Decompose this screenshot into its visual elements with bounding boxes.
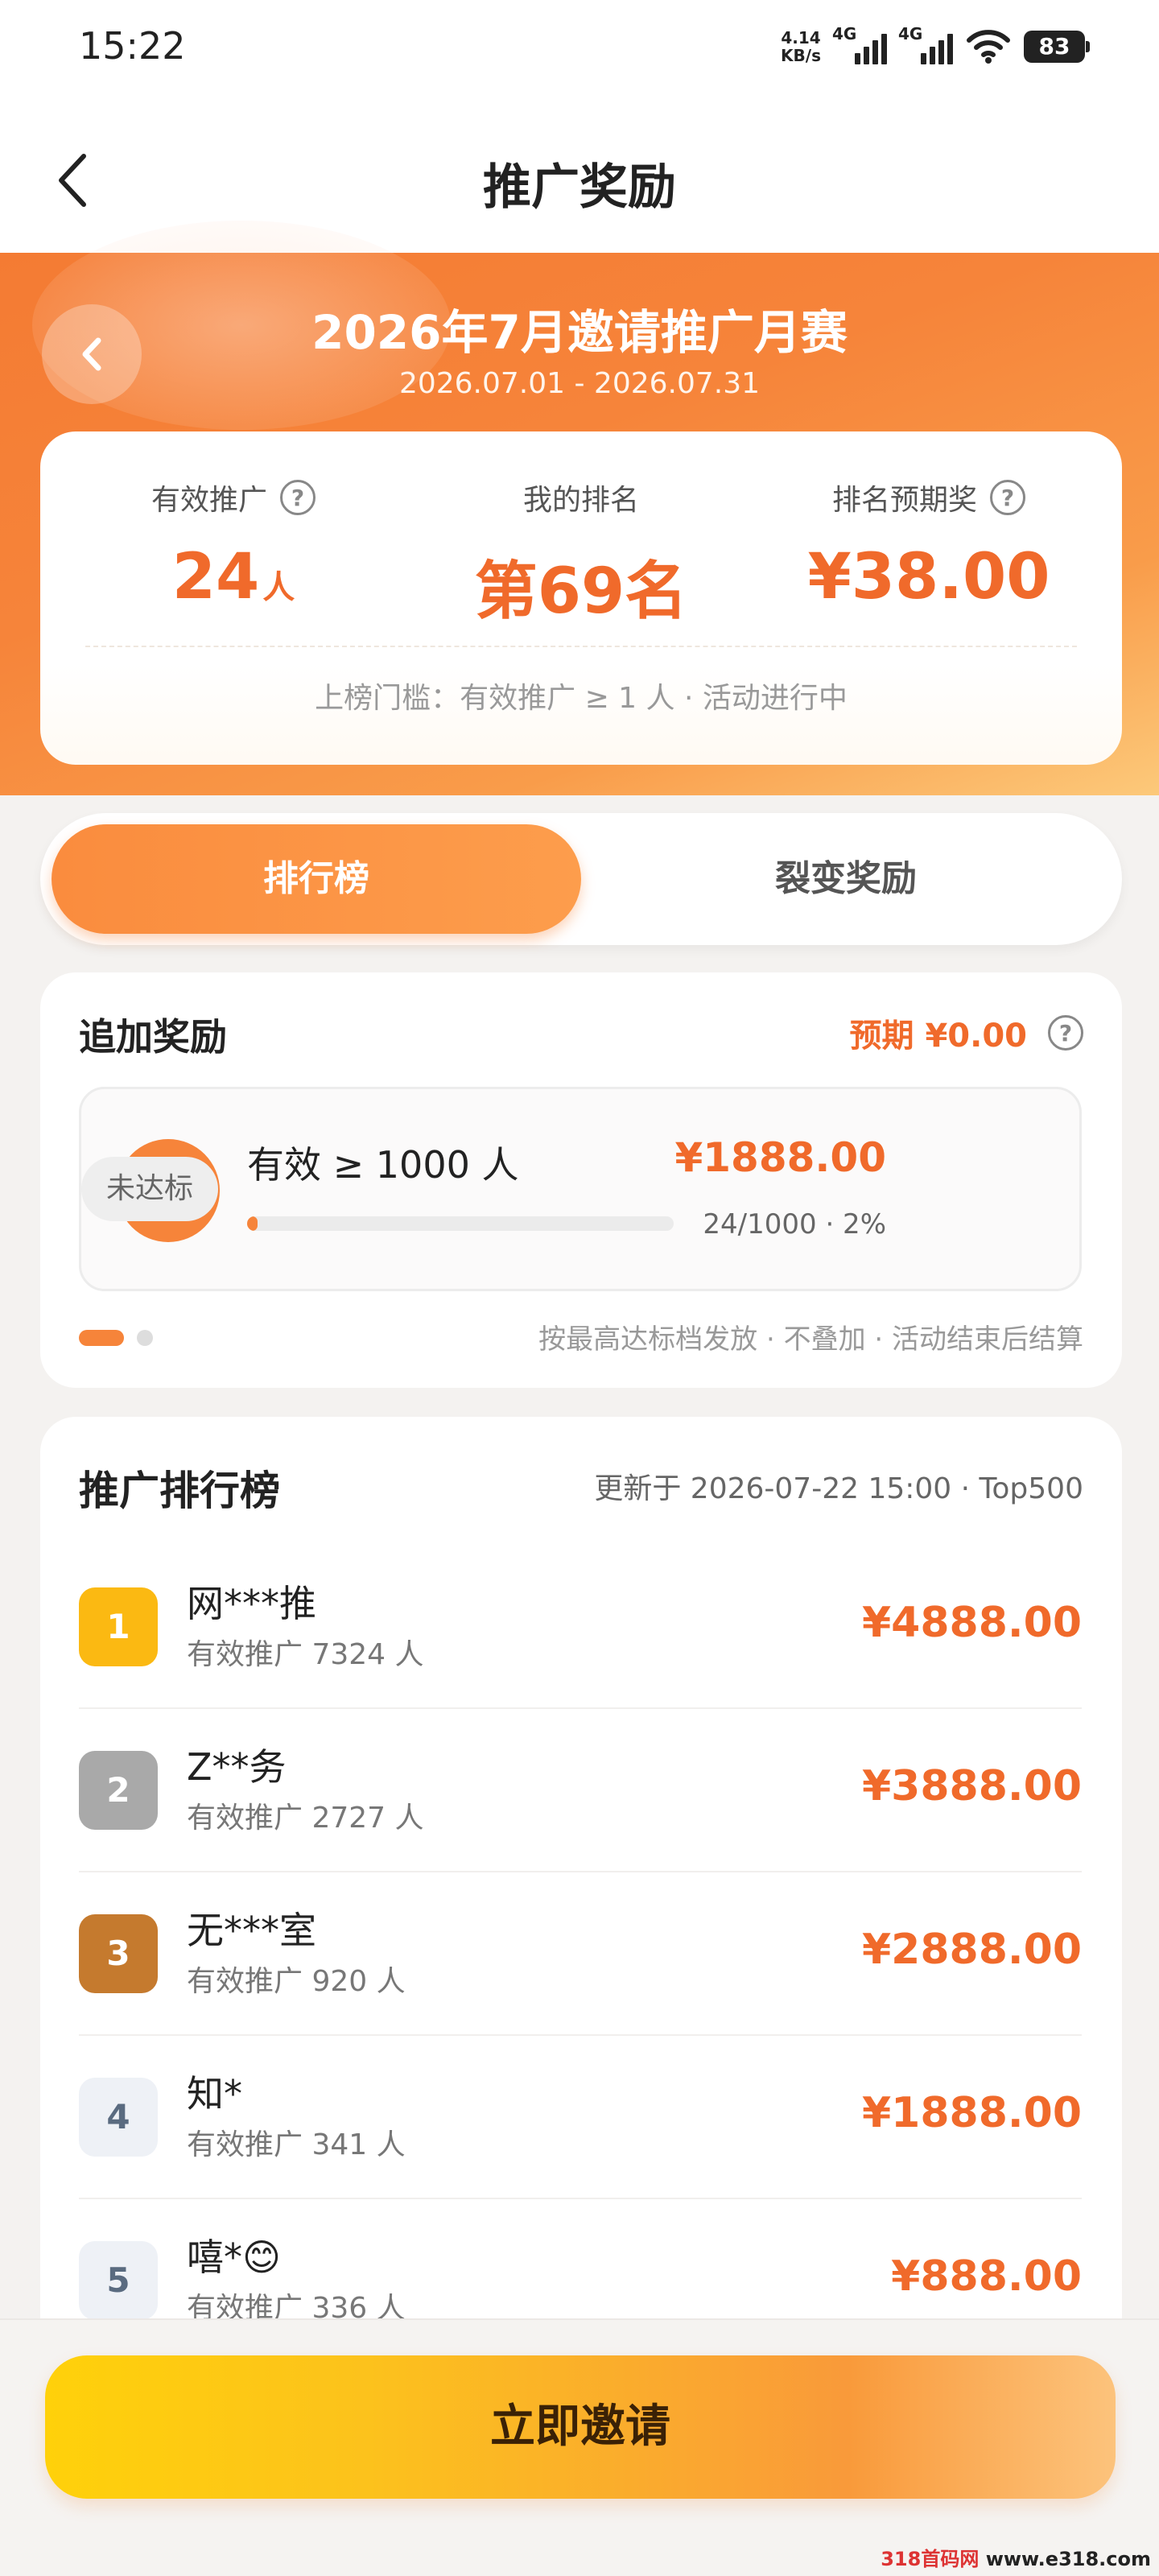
stat-value: 第69名	[474, 555, 688, 628]
stats-divider	[85, 646, 1077, 647]
battery-icon: 83	[1024, 31, 1090, 63]
signal-icon-sim2: 4G	[898, 24, 953, 64]
sim1-label: 4G	[832, 24, 857, 43]
help-icon[interactable]: ?	[280, 480, 316, 515]
signal-icon-sim1: 4G	[832, 24, 887, 64]
user-name: 嘻*😊	[187, 2235, 281, 2279]
stat-my-rank: 我的排名 第69名	[412, 477, 750, 631]
tier-progress-fill	[247, 1216, 258, 1231]
user-prize: ¥2888.00	[861, 1926, 1082, 1974]
leaderboard-row[interactable]: 4 知* 有效推广 341 人 ¥1888.00	[79, 2036, 1082, 2199]
wifi-icon	[967, 30, 1010, 64]
carousel-dot[interactable]	[137, 1330, 153, 1346]
user-count: 有效推广 7324 人	[187, 1638, 424, 1671]
user-count: 有效推广 2727 人	[187, 1802, 424, 1835]
tab-bar: 排行榜 裂变奖励	[40, 813, 1122, 945]
network-speed-value: 4.14	[781, 28, 821, 47]
watermark-url: www.e318.com	[985, 2548, 1151, 2570]
leaderboard-card: 推广排行榜 更新于 2026-07-22 15:00 · Top500 1 网*…	[40, 1417, 1122, 2383]
stat-value: 24	[171, 541, 260, 613]
status-bar: 15:22 4.14 KB/s 4G 4G 83	[0, 0, 1159, 100]
rank-badge: 2	[79, 1751, 158, 1830]
leaderboard-row[interactable]: 2 Z**务 有效推广 2727 人 ¥3888.00	[79, 1709, 1082, 1872]
stat-label: 有效推广	[151, 484, 267, 517]
network-speed-unit: KB/s	[781, 46, 821, 65]
bottom-bar: 立即邀请 318首码网 www.e318.com	[0, 2318, 1159, 2576]
help-icon[interactable]: ?	[990, 480, 1025, 515]
tab-leaderboard[interactable]: 排行榜	[52, 824, 581, 934]
user-name: 网***推	[187, 1582, 316, 1625]
leaderboard-row[interactable]: 3 无***室 有效推广 920 人 ¥2888.00	[79, 1872, 1082, 2036]
leaderboard-row[interactable]: 1 网***推 有效推广 7324 人 ¥4888.00	[79, 1546, 1082, 1709]
rank-badge: 4	[79, 2078, 158, 2157]
tab-fission-rewards[interactable]: 裂变奖励	[581, 824, 1111, 934]
carousel-dots	[79, 1330, 153, 1346]
sim2-label: 4G	[898, 24, 923, 43]
user-prize: ¥4888.00	[861, 1599, 1082, 1647]
stat-unit: 人	[262, 569, 295, 606]
tier-status-badge: 未达标	[81, 1157, 218, 1221]
user-prize: ¥888.00	[891, 2252, 1082, 2301]
stat-valid-promotions: 有效推广? 24 人	[64, 477, 402, 613]
leaderboard-title: 推广排行榜	[79, 1468, 280, 1514]
contest-title: 2026年7月邀请推广月赛	[311, 305, 848, 360]
user-name: Z**务	[187, 1745, 287, 1789]
stat-label: 我的排名	[522, 484, 639, 517]
tier-progress-text: 24/1000 · 2%	[703, 1208, 886, 1241]
page-title: 推广奖励	[483, 159, 676, 216]
contest-banner: 2026年7月邀请推广月赛 2026.07.01 - 2026.07.31 有效…	[0, 221, 1159, 795]
user-name: 无***室	[187, 1909, 316, 1952]
contest-date-range: 2026.07.01 - 2026.07.31	[398, 367, 761, 400]
bonus-title: 追加奖励	[79, 1015, 227, 1059]
help-icon[interactable]: ?	[1048, 1015, 1083, 1051]
watermark: 318首码网 www.e318.com	[881, 2543, 1151, 2571]
watermark-brand: 318首码网	[881, 2548, 980, 2570]
carousel-dot-active[interactable]	[79, 1330, 124, 1346]
bonus-expected-value: 预期 ¥0.00	[849, 1018, 1027, 1055]
user-prize: ¥3888.00	[861, 1762, 1082, 1810]
tier-progress-bar	[247, 1216, 674, 1231]
stat-value: ¥38.00	[807, 541, 1050, 613]
network-speed: 4.14 KB/s	[781, 29, 821, 64]
rank-badge: 5	[79, 2241, 158, 2320]
bonus-tier-card: 1档 有效 ≥ 1000 人 ¥1888.00 24/1000 · 2% 未达标	[79, 1087, 1082, 1291]
stat-label: 排名预期奖	[831, 484, 977, 517]
tier-condition: 有效 ≥ 1000 人	[247, 1143, 519, 1187]
rank-badge: 1	[79, 1587, 158, 1666]
user-prize: ¥1888.00	[861, 2089, 1082, 2137]
bonus-note: 按最高达标档发放 · 不叠加 · 活动结束后结算	[538, 1323, 1083, 1356]
tier-amount: ¥1888.00	[674, 1134, 886, 1181]
bonus-expected: 预期 ¥0.00 ?	[850, 1009, 1083, 1056]
rank-threshold: 上榜门槛：有效推广 ≥ 1 人 · 活动进行中	[315, 682, 848, 715]
my-stats-card: 有效推广? 24 人 我的排名 第69名 排名预期奖? ¥38.00 上榜门槛：有…	[40, 431, 1122, 765]
leaderboard-updated: 更新于 2026-07-22 15:00 · Top500	[594, 1472, 1083, 1505]
invite-now-button[interactable]: 立即邀请	[45, 2355, 1116, 2499]
extra-bonus-card: 追加奖励 预期 ¥0.00 ? 1档 有效 ≥ 1000 人 ¥1888.00 …	[40, 972, 1122, 1388]
status-time: 15:22	[79, 24, 186, 68]
user-name: 知*	[187, 2072, 242, 2116]
rank-badge: 3	[79, 1914, 158, 1993]
user-count: 有效推广 341 人	[187, 2128, 406, 2161]
user-count: 有效推广 920 人	[187, 1965, 406, 1998]
status-icons: 4.14 KB/s 4G 4G 83	[781, 24, 1090, 69]
stat-expected-prize: 排名预期奖? ¥38.00	[760, 477, 1098, 613]
